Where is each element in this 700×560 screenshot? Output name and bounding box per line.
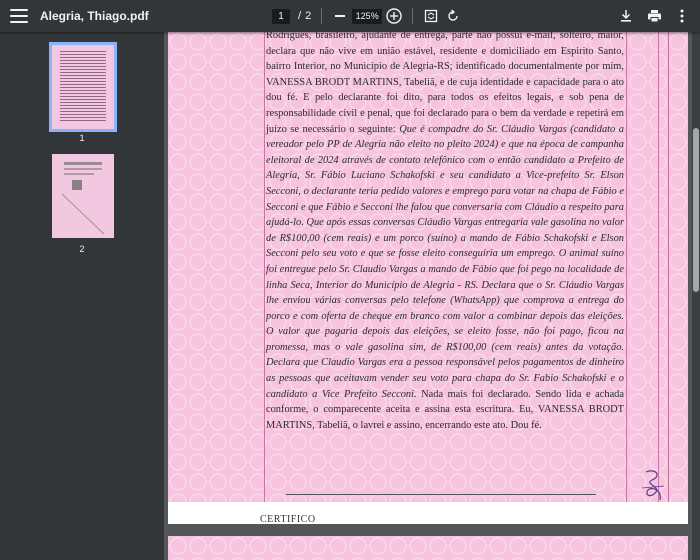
toolbar-divider [412, 8, 414, 24]
zoom-in-button[interactable] [386, 8, 402, 24]
document-title: Alegria, Thiago.pdf [40, 9, 149, 23]
fit-page-icon [425, 9, 438, 23]
signature-mark [641, 470, 665, 501]
page-total: 2 [305, 10, 312, 22]
download-icon [621, 10, 631, 22]
plus-circle-icon [386, 8, 402, 24]
toolbar-divider [321, 8, 323, 24]
rotate-button[interactable] [445, 8, 461, 24]
signature-line [286, 494, 596, 495]
pdf-toolbar: Alegria, Thiago.pdf / 2 [0, 0, 700, 32]
scrollbar-thumb[interactable] [693, 128, 699, 292]
page-thumbnail-2[interactable] [52, 154, 114, 238]
page-separator: / [298, 10, 302, 22]
pdf-page-2-top [168, 536, 688, 560]
margin-line [626, 32, 627, 502]
minus-icon [335, 15, 346, 17]
margin-line [264, 32, 265, 502]
toolbar-left: Alegria, Thiago.pdf [10, 0, 149, 32]
print-button[interactable] [646, 8, 662, 24]
margin-line [668, 32, 669, 502]
more-actions-button[interactable] [674, 8, 690, 24]
thumbnail-page-image [52, 45, 114, 129]
thumbnail-page-image [52, 154, 114, 238]
viewer-scrollbar[interactable] [692, 32, 700, 560]
fit-page-button[interactable] [423, 8, 439, 24]
footer-partial-text: CERTIFICO [260, 514, 316, 524]
menu-icon[interactable] [10, 9, 28, 23]
thumbnail-sidebar: 1 2 [0, 32, 164, 560]
page-number-input[interactable] [272, 8, 290, 24]
rotate-icon [448, 9, 458, 21]
pdf-page-1: Rodrigues, brasileiro, ajudante de entre… [168, 32, 688, 524]
document-viewer[interactable]: Rodrigues, brasileiro, ajudante de entre… [164, 32, 700, 560]
margin-line [658, 32, 659, 502]
document-body-text: Rodrigues, brasileiro, ajudante de entre… [266, 32, 625, 431]
thumbnail-label-2: 2 [79, 244, 85, 254]
page-thumbnail-1[interactable] [49, 42, 117, 132]
thumbnail-content [61, 162, 105, 235]
thumbnail-label-1: 1 [79, 133, 85, 143]
more-vert-icon [680, 9, 684, 23]
zoom-out-button[interactable] [332, 8, 348, 24]
toolbar-right [618, 0, 690, 32]
print-icon [647, 10, 661, 23]
toolbar-center: / 2 [272, 0, 461, 32]
zoom-input[interactable] [352, 8, 383, 24]
download-button[interactable] [618, 8, 634, 24]
